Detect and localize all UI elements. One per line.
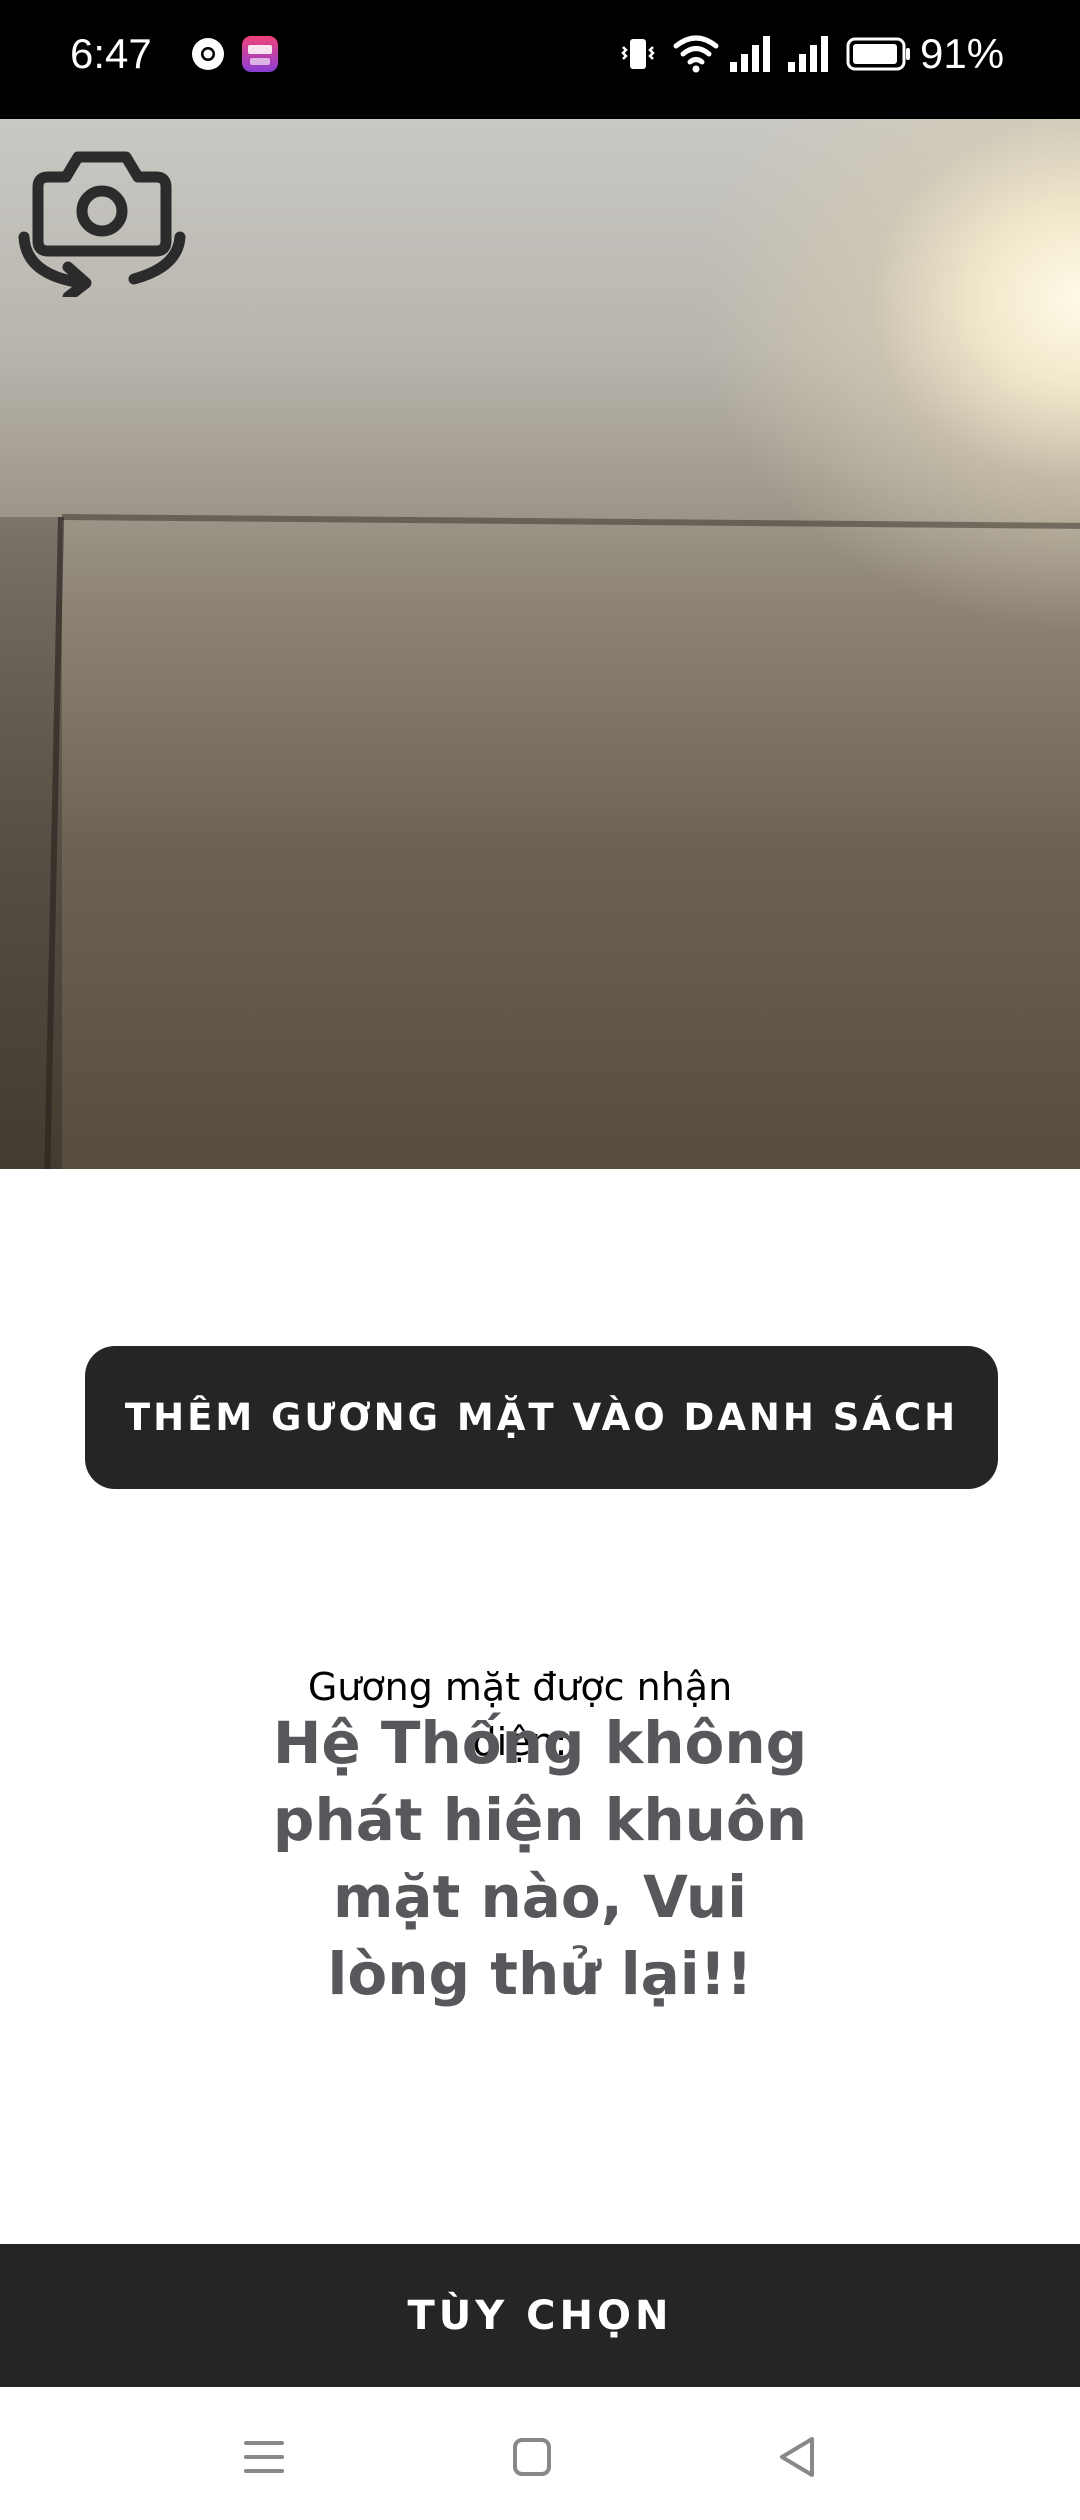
vibrate-icon <box>621 39 655 69</box>
chrome-icon <box>192 38 224 70</box>
signal-icon <box>730 36 770 72</box>
wifi-icon <box>673 35 719 73</box>
back-icon[interactable] <box>768 2427 828 2487</box>
camera-preview <box>0 119 1080 1169</box>
options-button[interactable]: TÙY CHỌN <box>0 2244 1080 2387</box>
camera-scene-ceiling-edge <box>61 514 1080 529</box>
signal-icon <box>788 36 828 72</box>
status-time: 6:47 <box>70 30 152 77</box>
battery-icon <box>846 37 910 71</box>
add-face-button[interactable]: THÊM GƯƠNG MẶT VÀO DANH SÁCH <box>85 1346 998 1489</box>
home-icon[interactable] <box>502 2427 562 2487</box>
navigation-bar <box>0 2387 1080 2520</box>
promo-app-icon <box>242 36 278 72</box>
detection-result-message: Hệ Thống không phát hiện khuôn mặt nào, … <box>272 1709 808 2008</box>
camera-switch-icon[interactable] <box>16 137 188 297</box>
battery-percent: 91% <box>920 30 1005 77</box>
status-bar: 6:47 91% <box>0 0 1080 119</box>
menu-icon[interactable] <box>234 2427 294 2487</box>
